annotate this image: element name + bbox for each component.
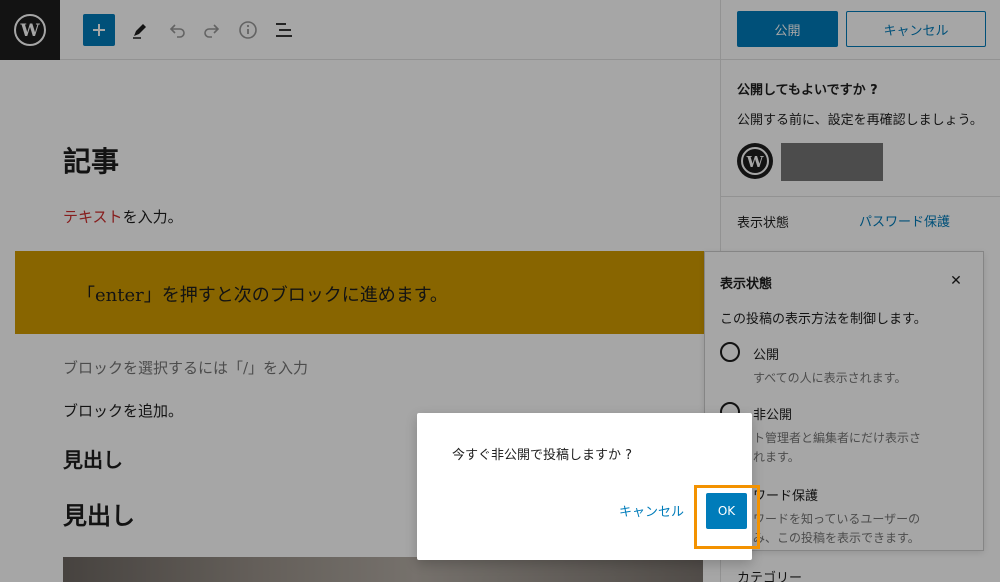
confirm-dialog: 今すぐ非公開で投稿しますか ? キャンセル OK bbox=[417, 413, 760, 560]
wordpress-editor: W 記事 テキストを入力。 「enter」を押すと次のブロックに進めます。 ブロ… bbox=[0, 0, 1000, 582]
confirm-message: 今すぐ非公開で投稿しますか ? bbox=[452, 448, 633, 463]
dialog-cancel-button[interactable]: キャンセル bbox=[619, 501, 684, 520]
dialog-ok-button[interactable]: OK bbox=[706, 493, 747, 529]
